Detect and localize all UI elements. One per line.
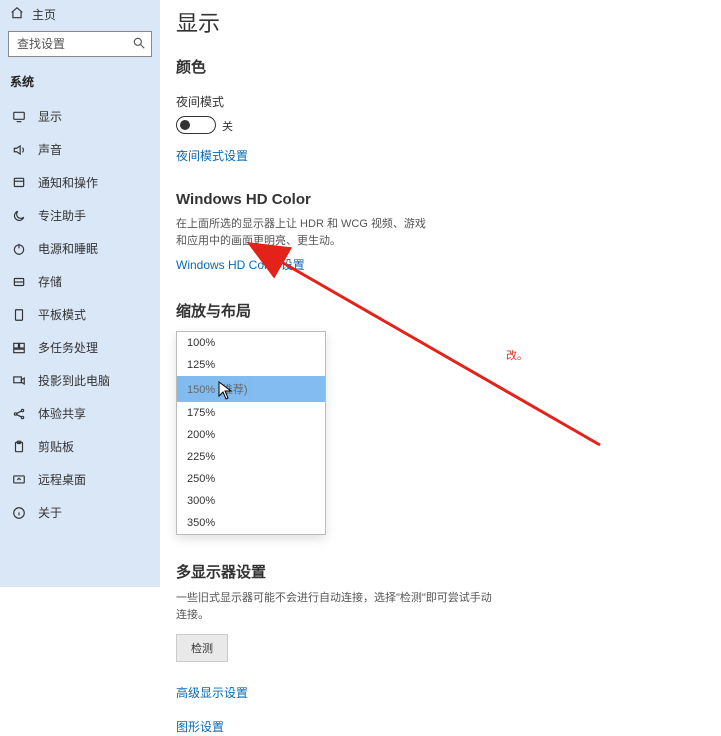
night-light-toggle[interactable]: 关: [176, 116, 216, 136]
graphics-settings-link[interactable]: 图形设置: [176, 718, 224, 735]
page-title: 显示: [176, 0, 721, 52]
sidebar-item-remote[interactable]: 远程桌面: [0, 463, 160, 496]
sidebar-item-label: 投影到此电脑: [38, 372, 110, 389]
search-icon: [132, 36, 146, 50]
clipboard-icon: [12, 440, 26, 454]
sidebar-item-clipboard[interactable]: 剪贴板: [0, 430, 160, 463]
sidebar-item-label: 专注助手: [38, 207, 86, 224]
sidebar-item-sound[interactable]: 声音: [0, 133, 160, 166]
sidebar-item-label: 显示: [38, 108, 62, 125]
sidebar-item-label: 剪贴板: [38, 438, 74, 455]
sidebar-item-multitask[interactable]: 多任务处理: [0, 331, 160, 364]
notification-icon: [12, 176, 26, 190]
sidebar-item-label: 存储: [38, 273, 62, 290]
night-light-settings-link[interactable]: 夜间模式设置: [176, 147, 248, 164]
home-link[interactable]: 主页: [0, 0, 160, 31]
sidebar-item-label: 声音: [38, 141, 62, 158]
sidebar-item-label: 电源和睡眠: [38, 240, 98, 257]
sidebar-item-label: 平板模式: [38, 306, 86, 323]
sidebar-section-label: 系统: [0, 67, 160, 100]
scale-option[interactable]: 175%: [177, 402, 325, 424]
search-wrap: [8, 31, 152, 57]
color-heading: 颜色: [176, 56, 721, 77]
multi-display-heading: 多显示器设置: [176, 561, 721, 582]
storage-icon: [12, 275, 26, 289]
sidebar-item-storage[interactable]: 存储: [0, 265, 160, 298]
sidebar-item-display[interactable]: 显示: [0, 100, 160, 133]
multi-display-desc: 一些旧式显示器可能不会进行自动连接，选择"检测"即可尝试手动连接。: [176, 590, 496, 624]
toggle-state-label: 关: [222, 118, 233, 134]
sidebar-item-label: 体验共享: [38, 405, 86, 422]
scale-option[interactable]: 350%: [177, 512, 325, 534]
multitask-icon: [12, 341, 26, 355]
night-light-label: 夜间模式: [176, 93, 721, 110]
home-icon: [10, 6, 24, 23]
moon-icon: [12, 209, 26, 223]
detect-button[interactable]: 检测: [176, 634, 228, 662]
scale-option[interactable]: 225%: [177, 446, 325, 468]
sidebar-item-shared[interactable]: 体验共享: [0, 397, 160, 430]
sidebar-item-label: 通知和操作: [38, 174, 98, 191]
sidebar-item-notifications[interactable]: 通知和操作: [0, 166, 160, 199]
obscured-text: 改。: [506, 347, 528, 363]
sidebar-item-power[interactable]: 电源和睡眠: [0, 232, 160, 265]
info-icon: [12, 506, 26, 520]
project-icon: [12, 374, 26, 388]
speaker-icon: [12, 143, 26, 157]
scale-option[interactable]: 300%: [177, 490, 325, 512]
scale-option[interactable]: 250%: [177, 468, 325, 490]
hd-color-desc: 在上面所选的显示器上让 HDR 和 WCG 视频、游戏和应用中的画面更明亮、更生…: [176, 216, 436, 250]
hd-color-link[interactable]: Windows HD Color 设置: [176, 256, 305, 273]
scale-option[interactable]: 200%: [177, 424, 325, 446]
power-icon: [12, 242, 26, 256]
advanced-display-link[interactable]: 高级显示设置: [176, 684, 248, 701]
home-label: 主页: [32, 6, 56, 23]
scale-dropdown[interactable]: 100%125%150% (推荐)175%200%225%250%300%350…: [176, 331, 326, 535]
sidebar: 主页 系统 显示 声音 通知和操作 专注助手 电源和睡眠 存储 平板模式 多任务…: [0, 0, 160, 587]
sidebar-item-label: 关于: [38, 504, 62, 521]
sidebar-item-tablet[interactable]: 平板模式: [0, 298, 160, 331]
share-icon: [12, 407, 26, 421]
scale-option[interactable]: 125%: [177, 354, 325, 376]
hd-color-heading: Windows HD Color: [176, 191, 721, 208]
scale-heading: 缩放与布局: [176, 300, 721, 321]
remote-icon: [12, 473, 26, 487]
search-input[interactable]: [8, 31, 152, 57]
scale-option[interactable]: 100%: [177, 332, 325, 354]
scale-option[interactable]: 150% (推荐): [177, 376, 325, 402]
tablet-icon: [12, 308, 26, 322]
sidebar-item-project[interactable]: 投影到此电脑: [0, 364, 160, 397]
sidebar-nav: 显示 声音 通知和操作 专注助手 电源和睡眠 存储 平板模式 多任务处理 投影到…: [0, 100, 160, 529]
sidebar-item-about[interactable]: 关于: [0, 496, 160, 529]
monitor-icon: [12, 110, 26, 124]
sidebar-item-focus[interactable]: 专注助手: [0, 199, 160, 232]
sidebar-item-label: 多任务处理: [38, 339, 98, 356]
content-pane: 显示 颜色 夜间模式 关 夜间模式设置 Windows HD Color 在上面…: [160, 0, 721, 587]
sidebar-item-label: 远程桌面: [38, 471, 86, 488]
